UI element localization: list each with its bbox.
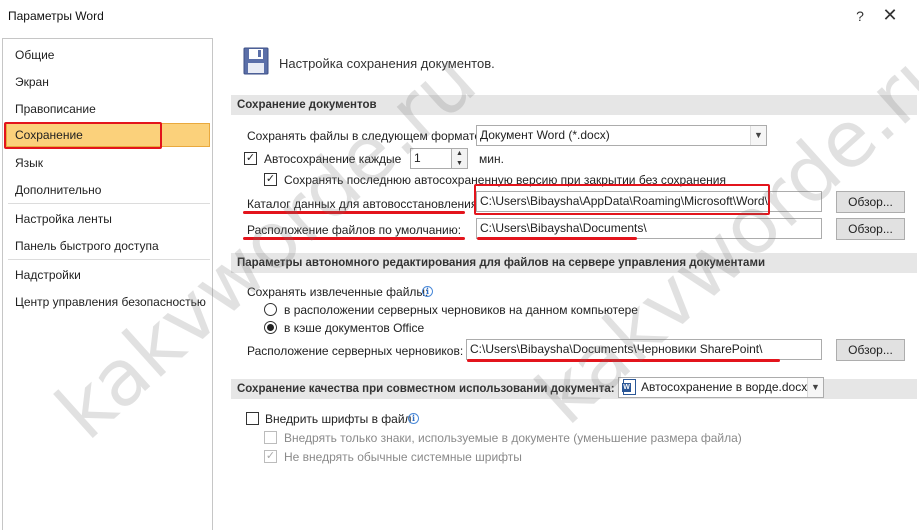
- keep-last-autosave-checkbox[interactable]: ✓: [264, 173, 277, 186]
- save-format-select[interactable]: Документ Word (*.docx) ▼: [476, 125, 767, 146]
- info-icon: i: [422, 286, 433, 297]
- annotation-underline: [467, 359, 780, 362]
- browse-default-location-button[interactable]: Обзор...: [836, 218, 905, 240]
- page-title: Настройка сохранения документов.: [279, 56, 495, 71]
- fidelity-document-value: Автосохранение в ворде.docx: [641, 380, 808, 394]
- radio-office-cache-label: в кэше документов Office: [284, 321, 425, 335]
- sidebar-item-customize-ribbon[interactable]: Настройка ленты: [4, 207, 212, 231]
- sidebar-item-display[interactable]: Экран: [4, 70, 212, 94]
- save-format-value: Документ Word (*.docx): [480, 128, 610, 142]
- annotation-underline: [243, 211, 465, 214]
- content-panel: Настройка сохранения документов. Сохране…: [217, 38, 919, 530]
- autosave-label: Автосохранение каждые: [264, 152, 402, 166]
- annotation-underline: [243, 237, 465, 240]
- spin-down-icon[interactable]: ▼: [452, 159, 467, 169]
- spin-up-icon[interactable]: ▲: [452, 149, 467, 159]
- section-title-save-documents: Сохранение документов: [231, 95, 917, 115]
- server-drafts-location-label: Расположение серверных черновиков:: [247, 344, 464, 358]
- sidebar-item-proofing[interactable]: Правописание: [4, 97, 212, 121]
- embed-used-chars-checkbox[interactable]: [264, 431, 277, 444]
- browse-server-drafts-button[interactable]: Обзор...: [836, 339, 905, 361]
- save-format-label: Сохранять файлы в следующем формате:: [247, 129, 485, 143]
- embed-used-chars-label: Внедрять только знаки, используемые в до…: [284, 431, 742, 445]
- no-common-fonts-checkbox[interactable]: ✓: [264, 450, 277, 463]
- info-icon: i: [408, 413, 419, 424]
- embed-fonts-label: Внедрить шрифты в файл: [265, 412, 412, 426]
- browse-autorecover-button[interactable]: Обзор...: [836, 191, 905, 213]
- word-document-icon: [622, 379, 636, 395]
- sidebar: Общие Экран Правописание Сохранение Язык…: [2, 38, 213, 530]
- server-drafts-location-input[interactable]: C:\Users\Bibaysha\Documents\Черновики Sh…: [466, 339, 822, 360]
- close-button[interactable]: ✕: [876, 4, 904, 28]
- chevron-down-icon: ▼: [807, 378, 823, 397]
- no-common-fonts-label: Не внедрять обычные системные шрифты: [284, 450, 522, 464]
- autosave-minutes-spinner[interactable]: ▲ ▼: [452, 148, 468, 169]
- sidebar-item-quick-access-toolbar[interactable]: Панель быстрого доступа: [4, 234, 212, 258]
- embed-fonts-checkbox[interactable]: [246, 412, 259, 425]
- chevron-down-icon: ▼: [750, 126, 766, 145]
- autorecover-location-label: Каталог данных для автовосстановления:: [247, 197, 481, 211]
- radio-server-drafts-label: в расположении серверных черновиков на д…: [284, 303, 638, 317]
- sidebar-divider: [8, 259, 210, 260]
- section-title-offline-editing: Параметры автономного редактирования для…: [231, 253, 917, 273]
- autosave-unit: мин.: [479, 152, 504, 166]
- sidebar-item-addins[interactable]: Надстройки: [4, 263, 212, 287]
- annotation-highlight-box: [4, 122, 162, 149]
- sidebar-divider: [8, 203, 210, 204]
- radio-office-cache[interactable]: [264, 321, 277, 334]
- radio-server-drafts[interactable]: [264, 303, 277, 316]
- save-disk-icon: [243, 47, 269, 75]
- annotation-highlight-box: [474, 184, 770, 215]
- autosave-checkbox[interactable]: ✓: [244, 152, 257, 165]
- sidebar-item-language[interactable]: Язык: [4, 151, 212, 175]
- fidelity-document-select[interactable]: Автосохранение в ворде.docx ▼: [618, 377, 824, 398]
- sidebar-item-advanced[interactable]: Дополнительно: [4, 178, 212, 202]
- annotation-underline: [477, 237, 637, 240]
- default-location-input[interactable]: C:\Users\Bibaysha\Documents\: [476, 218, 822, 239]
- autosave-minutes-input[interactable]: 1: [410, 148, 452, 169]
- help-button[interactable]: ?: [850, 6, 870, 26]
- default-location-label: Расположение файлов по умолчанию:: [247, 223, 462, 237]
- window-title: Параметры Word: [8, 9, 104, 23]
- title-bar: Параметры Word ? ✕: [0, 0, 919, 32]
- sidebar-item-trust-center[interactable]: Центр управления безопасностью: [4, 290, 212, 314]
- save-checked-out-label: Сохранять извлеченные файлы:: [247, 285, 429, 299]
- sidebar-item-general[interactable]: Общие: [4, 43, 212, 67]
